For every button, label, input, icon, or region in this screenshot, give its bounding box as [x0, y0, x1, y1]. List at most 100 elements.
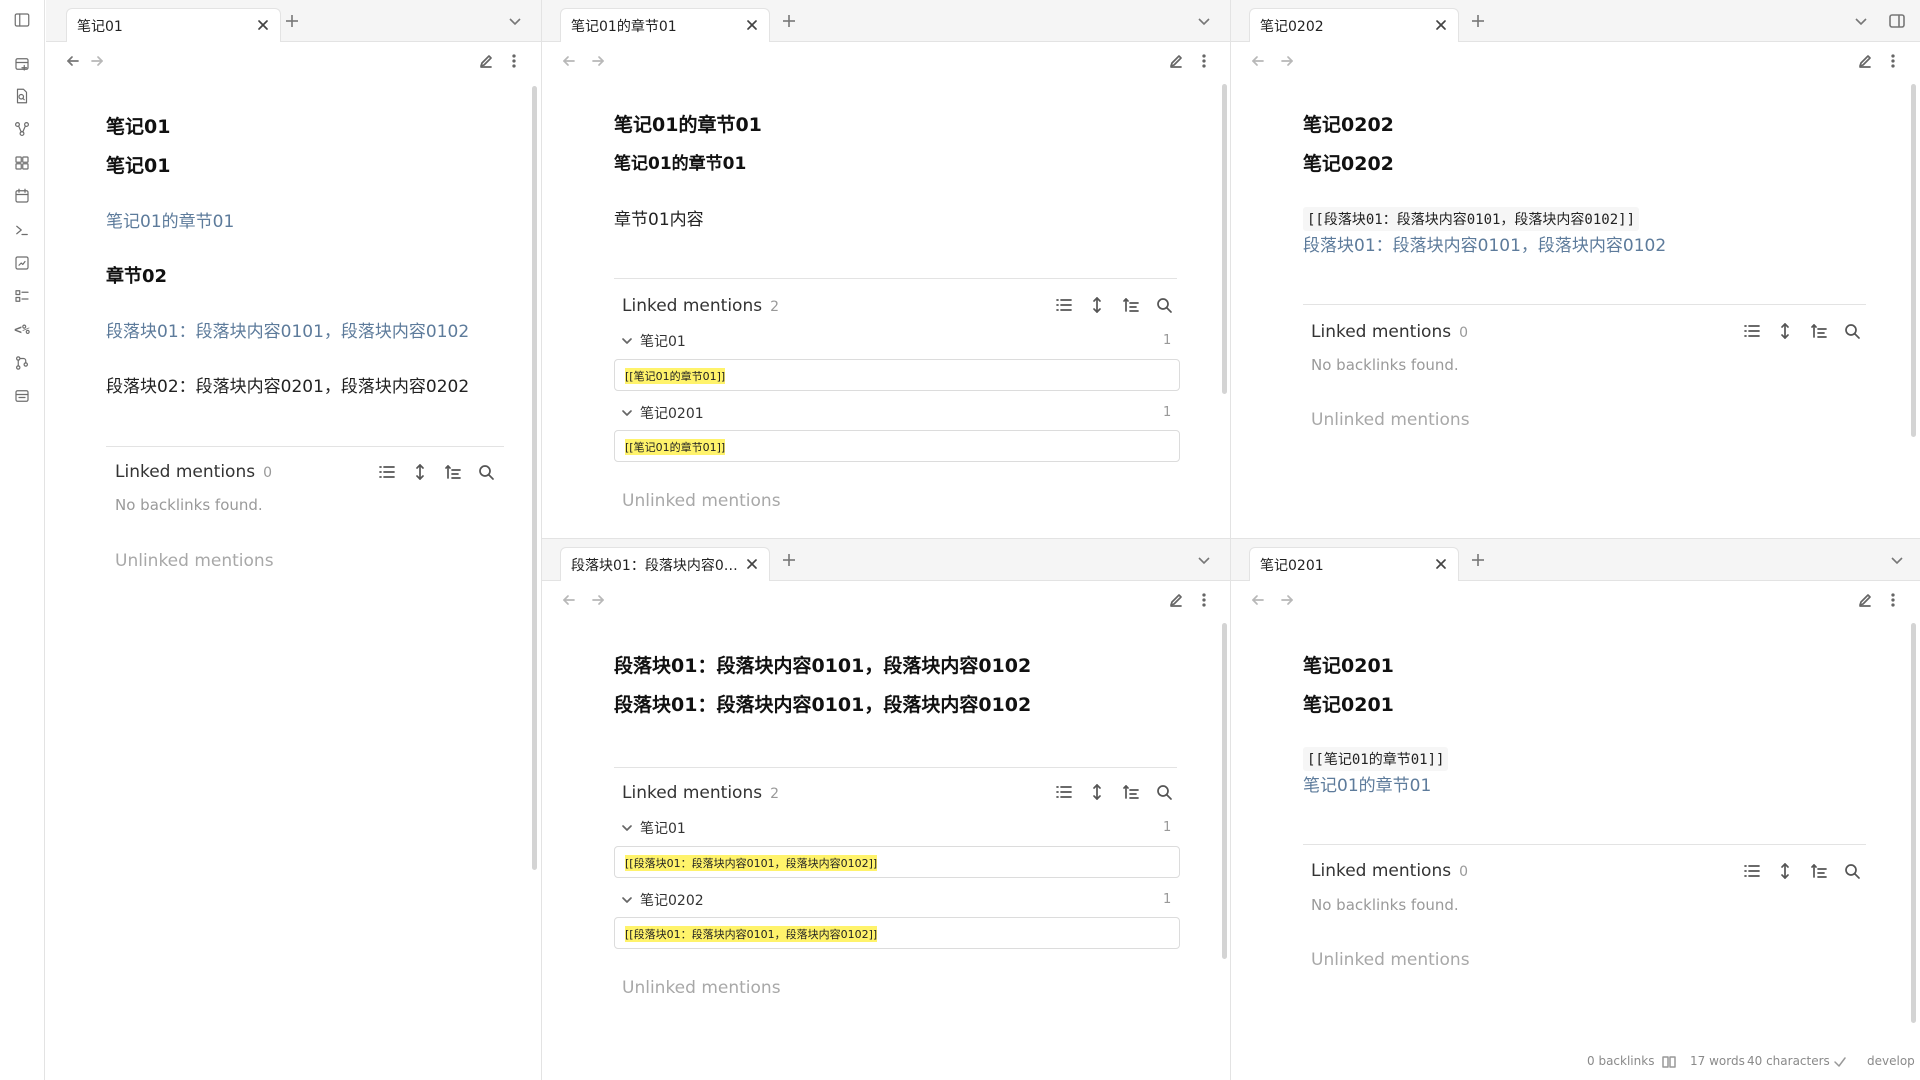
- sort-icon[interactable]: [1119, 780, 1143, 804]
- list-view-icon[interactable]: [1052, 293, 1076, 317]
- back-arrow-icon[interactable]: [62, 50, 84, 72]
- chevron-down-icon[interactable]: [1193, 10, 1215, 32]
- close-icon[interactable]: [1430, 553, 1452, 575]
- search-icon[interactable]: [1840, 319, 1864, 343]
- daily-note-icon[interactable]: [10, 184, 34, 208]
- back-arrow-icon[interactable]: [1247, 50, 1269, 72]
- new-tab-icon[interactable]: [281, 10, 303, 32]
- linked-mentions-header[interactable]: Linked mentions 0: [1311, 861, 1468, 881]
- new-tab-icon[interactable]: [778, 10, 800, 32]
- chevron-down-icon[interactable]: [620, 406, 634, 420]
- close-icon[interactable]: [741, 553, 763, 575]
- expand-collapse-icon[interactable]: [1085, 293, 1109, 317]
- unlinked-mentions-header[interactable]: Unlinked mentions: [622, 978, 781, 998]
- backlink-snippet[interactable]: [[笔记01的章节01]]: [614, 430, 1180, 462]
- tab-paragraph-block01[interactable]: 段落块01：段落块内容01...: [560, 547, 770, 581]
- unlinked-mentions-header[interactable]: Unlinked mentions: [622, 491, 781, 511]
- close-icon[interactable]: [252, 14, 274, 36]
- command-palette-icon[interactable]: [10, 218, 34, 242]
- sort-icon[interactable]: [1119, 293, 1143, 317]
- internal-link[interactable]: 段落块01：段落块内容0101，段落块内容0102: [106, 317, 469, 342]
- git-icon[interactable]: [10, 351, 34, 375]
- forward-arrow-icon[interactable]: [587, 50, 609, 72]
- new-tab-icon[interactable]: [778, 549, 800, 571]
- back-arrow-icon[interactable]: [558, 589, 580, 611]
- expand-collapse-icon[interactable]: [1085, 780, 1109, 804]
- regex-icon[interactable]: <%: [10, 318, 34, 342]
- backlink-group-title[interactable]: 笔记0202: [640, 890, 704, 910]
- internal-link[interactable]: 笔记01的章节01: [106, 207, 234, 232]
- internal-link[interactable]: 段落块01：段落块内容0101，段落块内容0102: [1303, 231, 1666, 256]
- backlink-snippet[interactable]: [[笔记01的章节01]]: [614, 359, 1180, 391]
- tab-note01-section01[interactable]: 笔记01的章节01: [560, 8, 770, 42]
- status-git-branch[interactable]: develop: [1867, 1054, 1915, 1068]
- new-note-icon[interactable]: [10, 52, 34, 76]
- chevron-down-icon[interactable]: [1886, 549, 1908, 571]
- back-arrow-icon[interactable]: [1247, 589, 1269, 611]
- scrollbar[interactable]: [1222, 84, 1227, 394]
- reading-mode-icon[interactable]: [1661, 1054, 1677, 1070]
- search-icon[interactable]: [474, 460, 498, 484]
- close-icon[interactable]: [741, 14, 763, 36]
- linked-mentions-header[interactable]: Linked mentions 0: [1311, 322, 1468, 342]
- chevron-down-icon[interactable]: [1193, 549, 1215, 571]
- search-icon[interactable]: [1152, 780, 1176, 804]
- more-options-icon[interactable]: [1882, 50, 1904, 72]
- list-view-icon[interactable]: [1740, 859, 1764, 883]
- backlink-group-title[interactable]: 笔记01: [640, 331, 686, 351]
- chevron-down-icon[interactable]: [1850, 10, 1872, 32]
- unlinked-mentions-header[interactable]: Unlinked mentions: [1311, 410, 1470, 430]
- chevron-down-icon[interactable]: [620, 821, 634, 835]
- backlink-snippet[interactable]: [[段落块01：段落块内容0101，段落块内容0102]]: [614, 917, 1180, 949]
- search-icon[interactable]: [1840, 859, 1864, 883]
- canvas-icon[interactable]: [10, 151, 34, 175]
- edit-pencil-icon[interactable]: [1854, 589, 1876, 611]
- scrollbar[interactable]: [1222, 623, 1227, 959]
- backlink-group-title[interactable]: 笔记01: [640, 818, 686, 838]
- forward-arrow-icon[interactable]: [1276, 589, 1298, 611]
- linked-mentions-header[interactable]: Linked mentions 2: [622, 296, 779, 316]
- quick-switcher-icon[interactable]: [10, 84, 34, 108]
- backlink-snippet[interactable]: [[段落块01：段落块内容0101，段落块内容0102]]: [614, 846, 1180, 878]
- expand-collapse-icon[interactable]: [408, 460, 432, 484]
- forward-arrow-icon[interactable]: [1276, 50, 1298, 72]
- edit-pencil-icon[interactable]: [475, 50, 497, 72]
- chevron-down-icon[interactable]: [620, 893, 634, 907]
- linked-mentions-header[interactable]: Linked mentions 0: [115, 462, 272, 482]
- unlinked-mentions-header[interactable]: Unlinked mentions: [115, 551, 274, 571]
- internal-link[interactable]: 笔记01的章节01: [1303, 771, 1431, 796]
- tab-note0202[interactable]: 笔记0202: [1249, 8, 1459, 42]
- more-options-icon[interactable]: [503, 50, 525, 72]
- sort-icon[interactable]: [441, 460, 465, 484]
- chevron-down-icon[interactable]: [620, 334, 634, 348]
- back-arrow-icon[interactable]: [558, 50, 580, 72]
- scrollbar[interactable]: [1911, 84, 1916, 437]
- edit-pencil-icon[interactable]: [1854, 50, 1876, 72]
- sidebar-toggle-icon[interactable]: [10, 8, 34, 32]
- tab-note0201[interactable]: 笔记0201: [1249, 547, 1459, 581]
- templates-icon[interactable]: [10, 251, 34, 275]
- list-view-icon[interactable]: [1740, 319, 1764, 343]
- forward-arrow-icon[interactable]: [86, 50, 108, 72]
- outline-icon[interactable]: [10, 284, 34, 308]
- graph-view-icon[interactable]: [10, 117, 34, 141]
- linked-mentions-header[interactable]: Linked mentions 2: [622, 783, 779, 803]
- sort-icon[interactable]: [1807, 859, 1831, 883]
- sync-check-icon[interactable]: [1832, 1054, 1848, 1070]
- more-options-icon[interactable]: [1193, 50, 1215, 72]
- unlinked-mentions-header[interactable]: Unlinked mentions: [1311, 950, 1470, 970]
- more-options-icon[interactable]: [1882, 589, 1904, 611]
- expand-collapse-icon[interactable]: [1773, 859, 1797, 883]
- list-view-icon[interactable]: [375, 460, 399, 484]
- expand-collapse-icon[interactable]: [1773, 319, 1797, 343]
- chevron-down-icon[interactable]: [504, 10, 526, 32]
- search-icon[interactable]: [1152, 293, 1176, 317]
- edit-pencil-icon[interactable]: [1165, 50, 1187, 72]
- status-backlinks[interactable]: 0 backlinks: [1587, 1054, 1654, 1068]
- bookmark-icon[interactable]: [10, 384, 34, 408]
- backlink-group-title[interactable]: 笔记0201: [640, 403, 704, 423]
- scrollbar[interactable]: [532, 86, 537, 870]
- right-sidebar-toggle-icon[interactable]: [1886, 10, 1908, 32]
- sort-icon[interactable]: [1807, 319, 1831, 343]
- new-tab-icon[interactable]: [1467, 10, 1489, 32]
